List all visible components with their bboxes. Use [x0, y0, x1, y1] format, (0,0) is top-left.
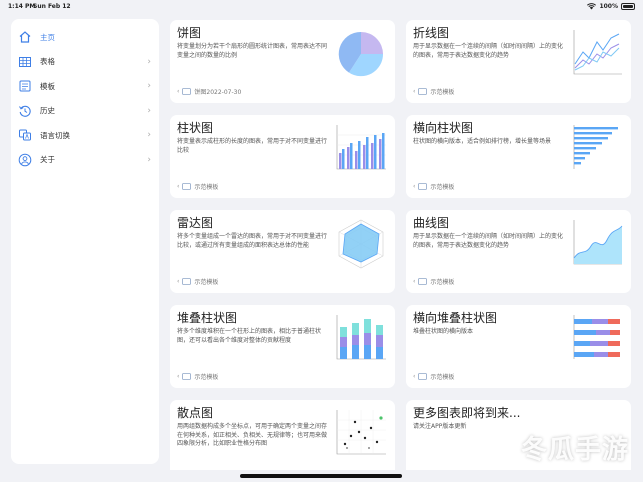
card-footer[interactable]: ‹ 示范模板 [177, 182, 218, 191]
card-footer-label: 示范模板 [194, 184, 219, 191]
sidebar-item-about[interactable]: 关于 › [11, 148, 159, 173]
sidebar-item-label: 主页 [40, 32, 55, 42]
card-stacked-bar-chart[interactable]: 堆叠柱状图 将多个维度堆积在一个柱形上的图表，相比于普通柱状图，还可以看出各个维… [170, 305, 395, 388]
card-horizontal-bar-chart[interactable]: 横向柱状图 柱状图的横向版本，适合例如排行榜，增长量等场景 ‹ 示范模板 [406, 115, 631, 198]
card-description: 用于显示数据在一个连续的间隔（如时间间隔）上的变化的图表，常用于表达数据变化的趋… [413, 43, 564, 59]
watermark-logo: 冬瓜手游 [521, 429, 629, 466]
chart-card-grid: 饼图 将变量划分为若干个扇形的圆形统计图表，常用表达不同变量之间的数量的比例 ‹… [170, 20, 632, 470]
chevron-right-icon: › [147, 154, 151, 165]
card-footer[interactable]: ‹ 示范模板 [177, 277, 218, 286]
sidebar: 主页 表格 › 模板 › 历史 › 语言切换 › 关于 › [11, 19, 159, 464]
person-icon [18, 153, 32, 167]
card-description: 柱状图的横向版本，适合例如排行榜，增长量等场景 [413, 138, 552, 145]
sidebar-item-label: 语言切换 [40, 130, 70, 140]
chevron-right-icon: › [147, 105, 151, 116]
card-description: 将变量划分为若干个扇形的圆形统计图表，常用表达不同变量之间的数量的比例 [177, 43, 328, 59]
card-footer-label: 示范模板 [430, 184, 455, 191]
area-chart-thumbnail [573, 220, 623, 265]
document-icon [418, 88, 428, 95]
status-right: 100% [587, 3, 635, 10]
card-area-chart[interactable]: 曲线图 用于显示数据在一个连续的间隔（如时间间隔）上的变化的图表，常用于表达数据… [406, 210, 631, 293]
home-icon [18, 30, 32, 44]
card-scatter-chart[interactable]: 散点图 用两组数据构成多个坐标点，可用于确定两个变量之间存在何种关系，如正相关、… [170, 400, 395, 470]
card-footer-label: 示范模板 [430, 89, 455, 96]
history-icon [18, 104, 32, 118]
chevron-left-icon: ‹ [177, 278, 180, 285]
chevron-right-icon: › [147, 130, 151, 141]
status-date: Sun Feb 12 [33, 3, 71, 10]
radar-chart-thumbnail [338, 219, 384, 269]
card-description: 用两组数据构成多个坐标点，可用于确定两个变量之间存在何种关系，如正相关、负相关、… [177, 423, 328, 447]
status-bar: 1:14 PM Sun Feb 12 100% [0, 0, 643, 14]
card-horizontal-stacked-bar-chart[interactable]: 横向堆叠柱状图 堆叠柱状图的横向版本 ‹ 示范模板 [406, 305, 631, 388]
table-icon [18, 55, 32, 69]
chevron-left-icon: ‹ [413, 278, 416, 285]
language-icon [18, 128, 32, 142]
chevron-left-icon: ‹ [177, 88, 180, 95]
card-pie-chart[interactable]: 饼图 将变量划分为若干个扇形的圆形统计图表，常用表达不同变量之间的数量的比例 ‹… [170, 20, 395, 103]
card-description: 用于显示数据在一个连续的间隔（如时间间隔）上的变化的图表，常用于表达数据变化的趋… [413, 233, 564, 249]
wifi-icon [587, 3, 597, 10]
card-title: 更多图表即将到来... [413, 406, 521, 420]
home-indicator[interactable] [240, 474, 402, 478]
card-footer[interactable]: ‹ 示范模板 [413, 182, 454, 191]
chevron-left-icon: ‹ [177, 183, 180, 190]
card-footer[interactable]: ‹ 饼图2022-07-30 [177, 87, 241, 96]
battery-percent: 100% [599, 3, 618, 10]
card-description: 将多个变量组成一个雷达的图表，常用于对不同变量进行比较，或通过所有变量组成的面积… [177, 233, 328, 249]
card-footer-label: 饼图2022-07-30 [194, 89, 242, 96]
chevron-left-icon: ‹ [413, 183, 416, 190]
document-icon [182, 88, 192, 95]
sidebar-item-label: 历史 [40, 106, 55, 116]
card-footer[interactable]: ‹ 示范模板 [413, 87, 454, 96]
chevron-left-icon: ‹ [413, 373, 416, 380]
card-footer-label: 示范模板 [430, 374, 455, 381]
chevron-left-icon: ‹ [413, 88, 416, 95]
status-time: 1:14 PM [8, 3, 36, 10]
bar-chart-thumbnail [336, 125, 386, 170]
document-icon [182, 373, 192, 380]
sidebar-item-home[interactable]: 主页 [11, 25, 159, 50]
document-icon [418, 373, 428, 380]
card-description: 堆叠柱状图的横向版本 [413, 328, 474, 335]
scatter-chart-thumbnail [336, 410, 386, 455]
card-footer[interactable]: ‹ 示范模板 [177, 372, 218, 381]
battery-icon [621, 3, 635, 10]
document-icon [418, 278, 428, 285]
stacked-bar-thumbnail [336, 315, 386, 360]
document-icon [418, 183, 428, 190]
sidebar-item-history[interactable]: 历史 › [11, 99, 159, 124]
sidebar-item-label: 模板 [40, 81, 55, 91]
sidebar-item-label: 关于 [40, 155, 55, 165]
card-description: 将变量表示成柱形的长度的图表，常用于对不同变量进行比较 [177, 138, 328, 154]
line-chart-thumbnail [573, 30, 622, 75]
template-icon [18, 79, 32, 93]
card-description: 将多个维度堆积在一个柱形上的图表，相比于普通柱状图，还可以看出各个维度对整体的贡… [177, 328, 322, 344]
horizontal-stacked-thumbnail [573, 315, 620, 359]
pie-chart-thumbnail [338, 31, 384, 77]
sidebar-item-table[interactable]: 表格 › [11, 50, 159, 75]
card-bar-chart[interactable]: 柱状图 将变量表示成柱形的长度的图表，常用于对不同变量进行比较 ‹ 示范模板 [170, 115, 395, 198]
document-icon [182, 183, 192, 190]
card-footer[interactable]: ‹ 示范模板 [413, 277, 454, 286]
document-icon [182, 278, 192, 285]
chevron-right-icon: › [147, 56, 151, 67]
horizontal-bar-thumbnail [573, 125, 618, 169]
card-footer-label: 示范模板 [430, 279, 455, 286]
watermark-text: 冬瓜手游 [520, 435, 629, 465]
card-footer[interactable]: ‹ 示范模板 [413, 372, 454, 381]
sidebar-item-template[interactable]: 模板 › [11, 74, 159, 99]
card-radar-chart[interactable]: 雷达图 将多个变量组成一个雷达的图表，常用于对不同变量进行比较，或通过所有变量组… [170, 210, 395, 293]
sidebar-item-language[interactable]: 语言切换 › [11, 123, 159, 148]
chevron-left-icon: ‹ [177, 373, 180, 380]
card-footer-label: 示范模板 [194, 279, 219, 286]
card-footer-label: 示范模板 [194, 374, 219, 381]
card-line-chart[interactable]: 折线图 用于显示数据在一个连续的间隔（如时间间隔）上的变化的图表，常用于表达数据… [406, 20, 631, 103]
chevron-right-icon: › [147, 81, 151, 92]
sidebar-item-label: 表格 [40, 57, 55, 67]
